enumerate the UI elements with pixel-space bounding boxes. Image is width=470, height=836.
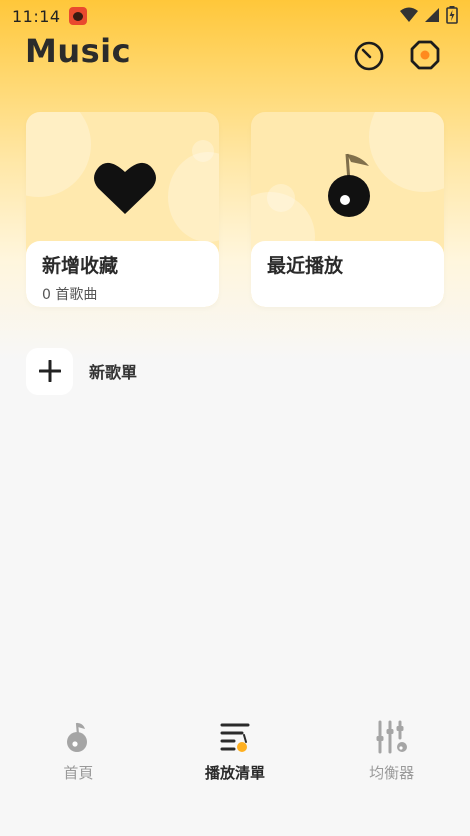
timer-button[interactable] xyxy=(352,38,386,72)
recently-played-title: 最近播放 xyxy=(267,255,344,277)
status-bar: 11:14 xyxy=(0,0,470,32)
favorites-card-art xyxy=(26,112,219,242)
equalizer-icon xyxy=(376,720,407,754)
nav-label-playlist: 播放清單 xyxy=(204,764,265,782)
favorites-card[interactable]: 新增收藏 0 首歌曲 xyxy=(26,112,219,307)
battery-icon xyxy=(446,6,458,24)
wifi-icon xyxy=(400,7,418,22)
favorites-card-info: 新增收藏 0 首歌曲 xyxy=(26,241,219,307)
plus-icon xyxy=(38,360,61,382)
notification-app-icon xyxy=(68,7,87,25)
nav-item-playlist[interactable]: 播放清單 xyxy=(165,712,305,783)
status-time: 11:14 xyxy=(12,6,61,26)
status-icons xyxy=(400,6,458,24)
heart-icon xyxy=(94,162,156,214)
bottom-nav: 首頁 播放清單 均衡器 xyxy=(0,712,470,802)
settings-button[interactable] xyxy=(408,38,442,72)
recently-played-card[interactable]: 最近播放 xyxy=(251,112,444,307)
timer-icon xyxy=(354,41,384,71)
plus-box xyxy=(26,347,73,395)
settings-icon xyxy=(410,40,440,70)
signal-icon xyxy=(425,8,439,22)
nav-item-equalizer[interactable]: 均衡器 xyxy=(322,712,462,783)
nav-label-home: 首頁 xyxy=(63,764,94,782)
recently-played-card-info: 最近播放 xyxy=(251,241,444,307)
favorites-title: 新增收藏 xyxy=(42,255,119,277)
favorites-song-count: 0 首歌曲 xyxy=(42,287,98,303)
new-playlist-label: 新歌單 xyxy=(89,363,138,382)
music-note-icon xyxy=(328,153,370,217)
new-playlist-button[interactable]: 新歌單 xyxy=(26,347,137,395)
recently-played-card-art xyxy=(251,112,444,282)
nav-label-equalizer: 均衡器 xyxy=(369,764,415,782)
app-title: Music xyxy=(25,32,132,70)
home-icon xyxy=(67,722,88,752)
nav-item-home[interactable]: 首頁 xyxy=(8,712,148,783)
playlist-icon xyxy=(220,723,250,752)
